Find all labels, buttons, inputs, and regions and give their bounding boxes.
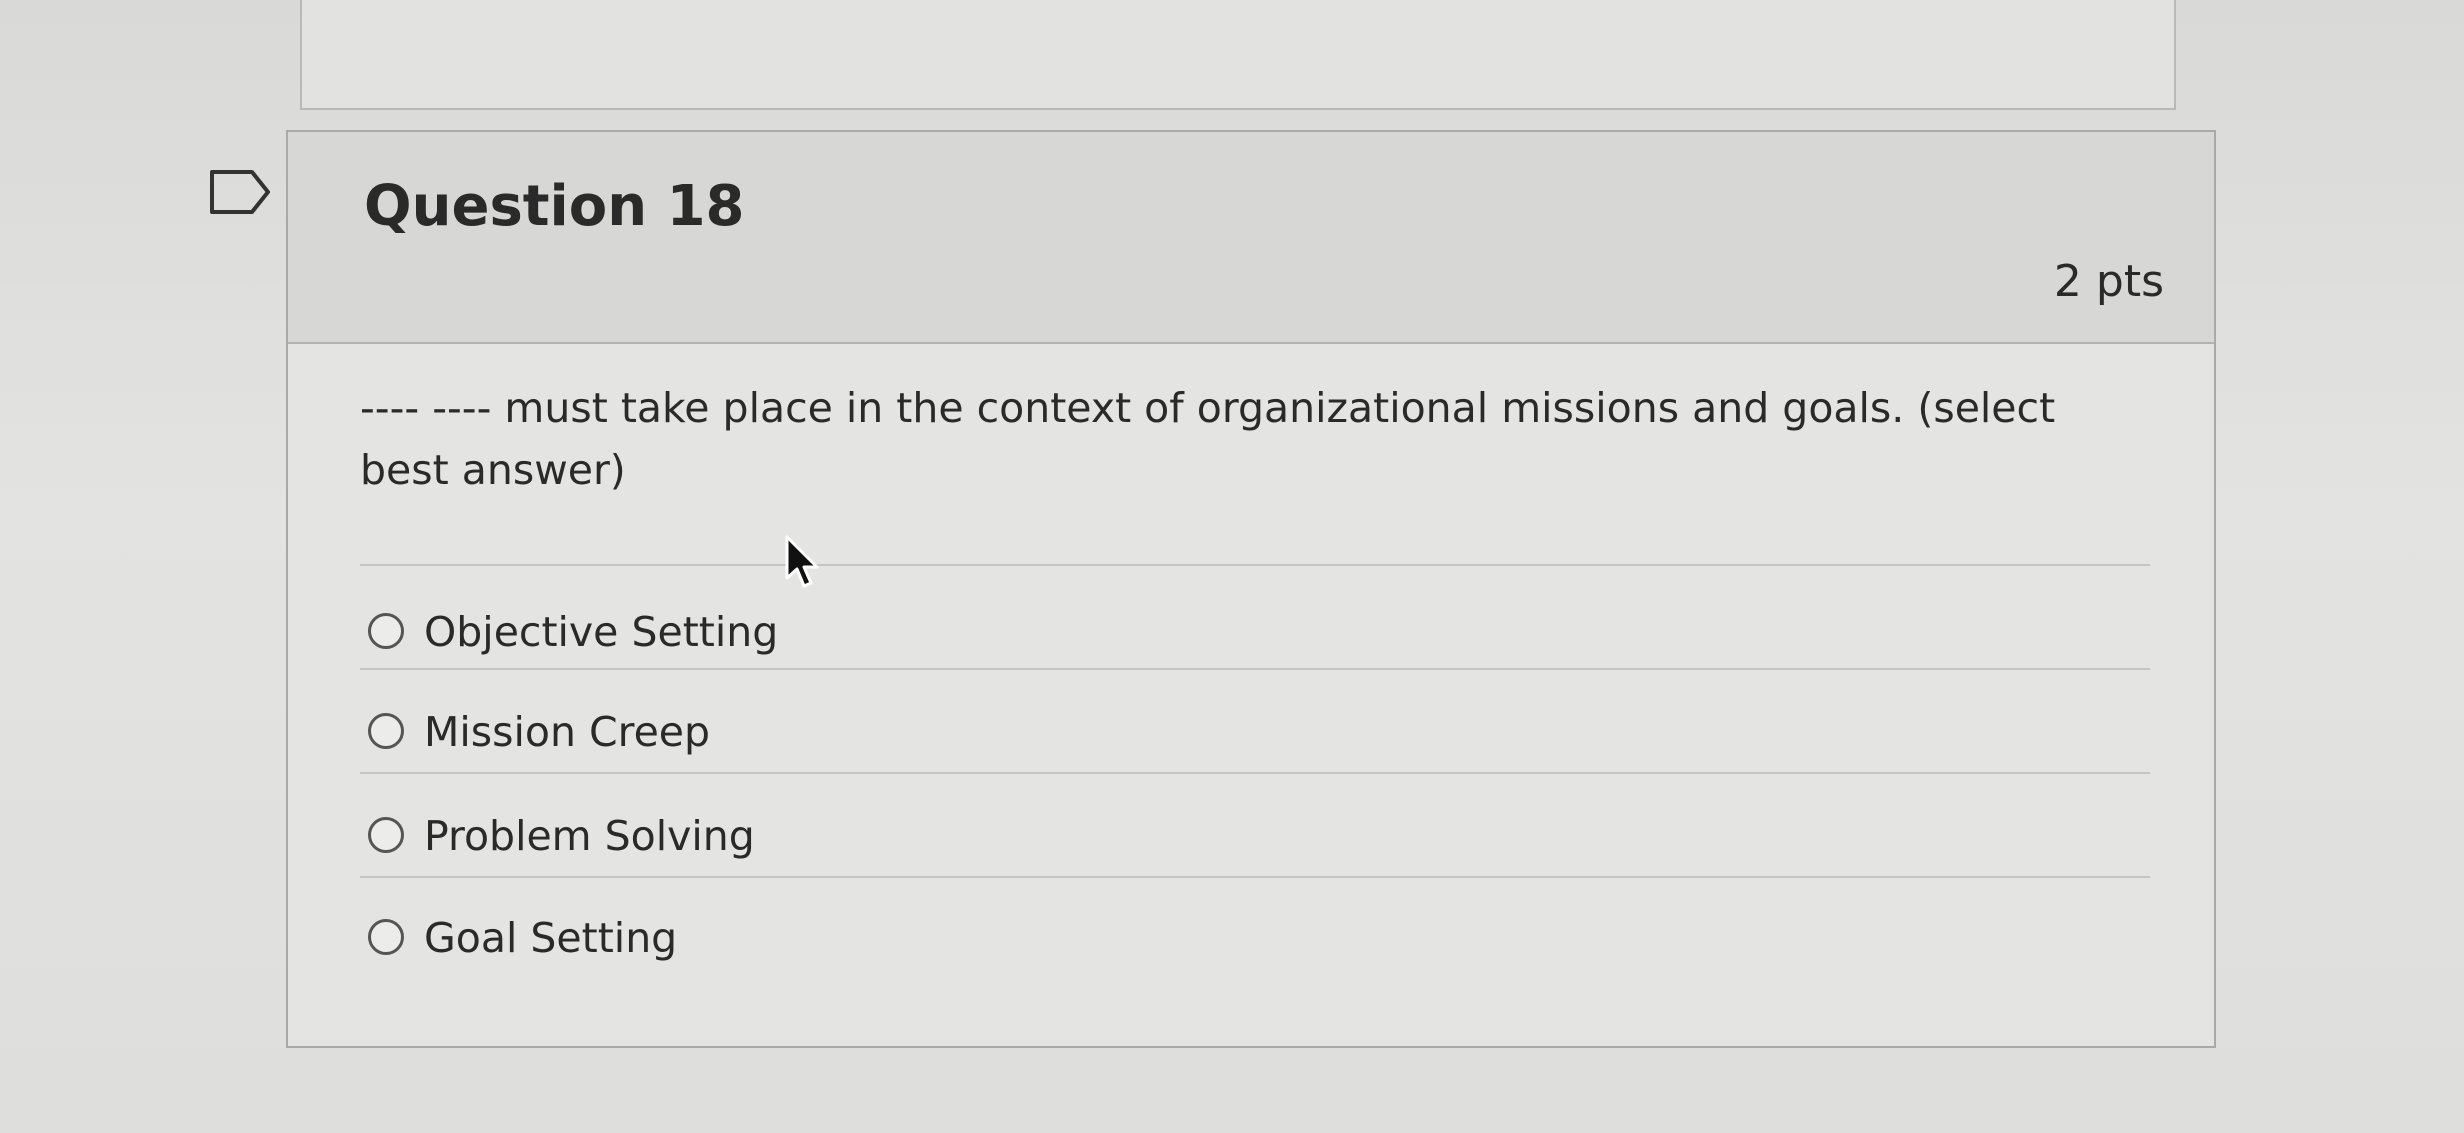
answer-divider — [360, 564, 2150, 566]
answer-divider — [360, 668, 2150, 670]
answer-label: Goal Setting — [424, 914, 678, 962]
radio-button[interactable] — [368, 919, 404, 955]
previous-question-card — [300, 0, 2176, 110]
answer-option[interactable]: Problem Solving — [360, 808, 2150, 868]
radio-button[interactable] — [368, 613, 404, 649]
question-points: 2 pts — [2053, 256, 2164, 307]
radio-button[interactable] — [368, 713, 404, 749]
answer-label: Objective Setting — [424, 608, 779, 656]
question-title: Question 18 — [364, 174, 745, 239]
question-header: Question 18 2 pts — [288, 132, 2214, 344]
answer-label: Problem Solving — [424, 812, 755, 860]
mouse-pointer-icon — [785, 535, 819, 588]
answer-option[interactable]: Goal Setting — [360, 910, 2150, 970]
answer-label: Mission Creep — [424, 708, 711, 756]
question-card: Question 18 2 pts ---- ---- must take pl… — [286, 130, 2216, 1048]
question-text: ---- ---- must take place in the context… — [360, 384, 2056, 494]
radio-button[interactable] — [368, 817, 404, 853]
flag-question-icon[interactable] — [208, 168, 272, 216]
answer-option[interactable]: Mission Creep — [360, 704, 2150, 764]
answer-option[interactable]: Objective Setting — [360, 604, 2150, 664]
answer-divider — [360, 772, 2150, 774]
answer-divider — [360, 876, 2150, 878]
